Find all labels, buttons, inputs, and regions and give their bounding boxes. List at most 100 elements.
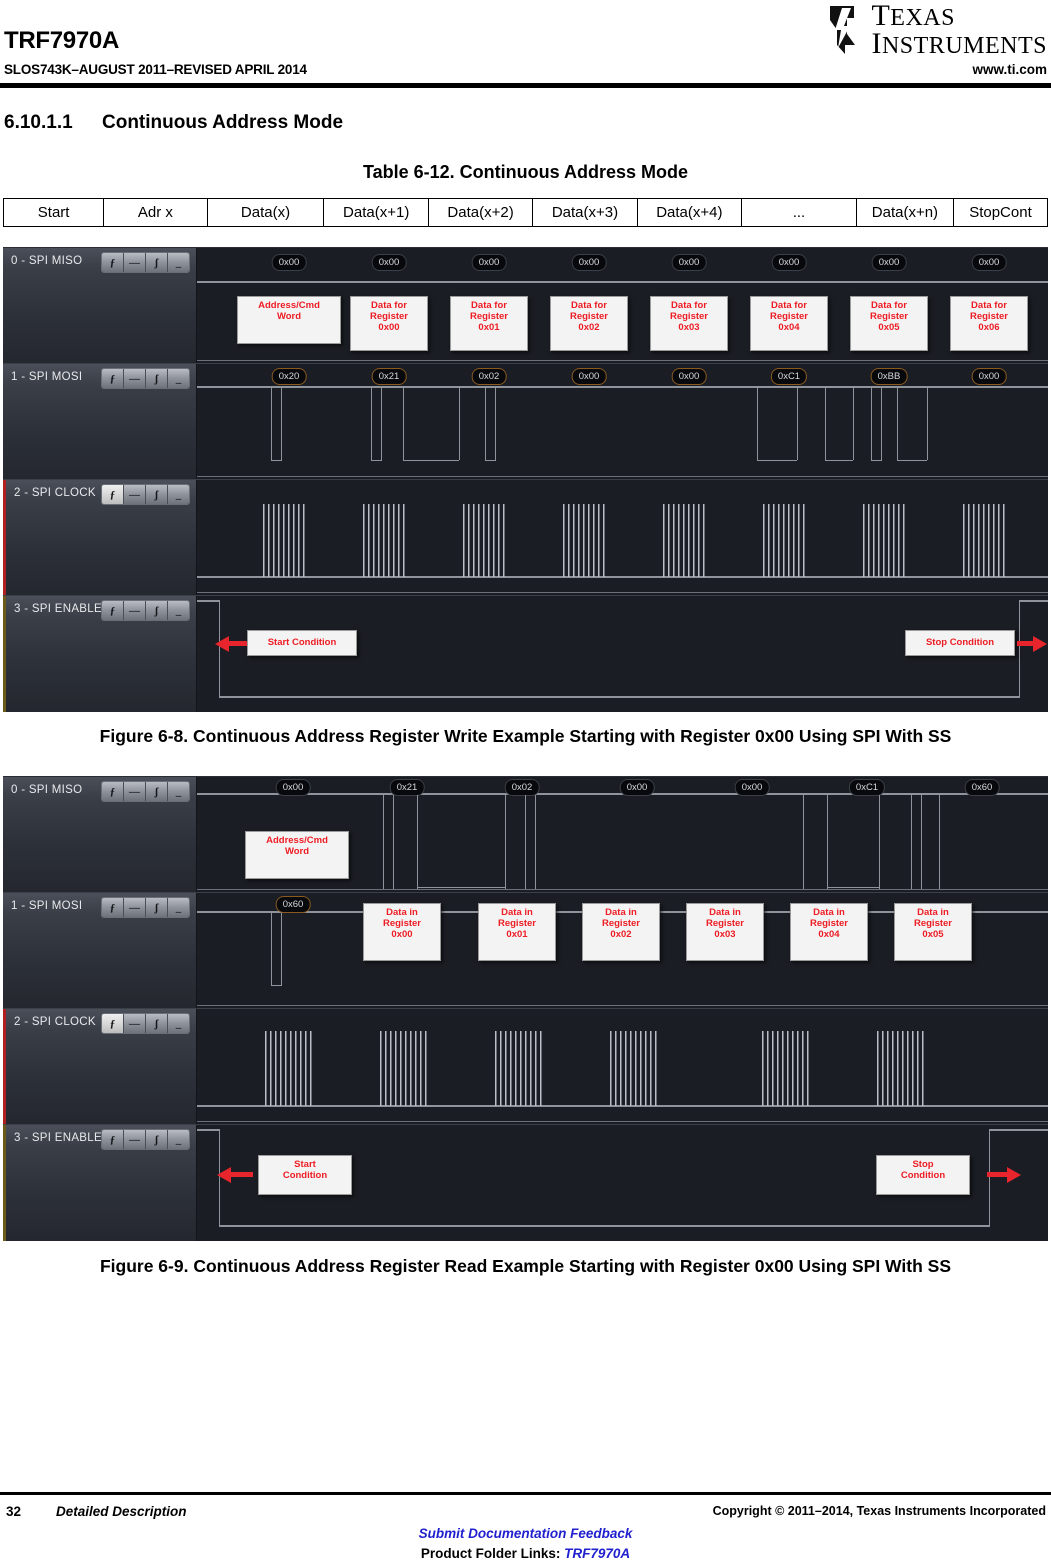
channel-row-mosi[interactable]: 1 - SPI MOSI ƒ ― ʃ _ 0x60 Data in Regist… — [3, 893, 1048, 1009]
annotation-callout: Address/Cmd Word — [245, 831, 349, 879]
waveform-plot-clock[interactable] — [197, 1009, 1048, 1124]
rising-edge-icon[interactable]: ƒ — [102, 1130, 124, 1149]
channel-label-panel-enable[interactable]: 3 - SPI ENABLE ƒ ― ʃ _ — [3, 1125, 197, 1241]
falling-edge-icon[interactable]: ʃ — [146, 1014, 168, 1033]
annotation-line2: Word — [276, 311, 302, 323]
annotation-line3: 0x02 — [578, 322, 600, 334]
hex-value: 0x00 — [971, 254, 1007, 271]
high-level-icon[interactable]: ― — [124, 1014, 146, 1033]
product-folder-link-trf7970a[interactable]: TRF7970A — [564, 1546, 630, 1561]
table-cell-data-xn: Data(x+n) — [855, 198, 954, 227]
channel-trigger-buttons-miso[interactable]: ƒ ― ʃ _ — [101, 252, 190, 273]
channel-row-clock[interactable]: 2 - SPI CLOCK ƒ ― ʃ _ — [3, 1009, 1048, 1125]
falling-edge-icon[interactable]: ʃ — [146, 485, 168, 504]
channel-row-enable[interactable]: 3 - SPI ENABLE ƒ ― ʃ _ Start Condition S… — [3, 1125, 1048, 1241]
table-cell-ellipsis: ... — [741, 198, 857, 227]
channel-trigger-buttons-enable[interactable]: ƒ ― ʃ _ — [101, 600, 190, 621]
start-condition-line2: Condition — [282, 1170, 328, 1182]
channel-trigger-buttons-clock[interactable]: ƒ ― ʃ _ — [101, 1013, 190, 1034]
channel-trigger-buttons-enable[interactable]: ƒ ― ʃ _ — [101, 1129, 190, 1150]
channel-trigger-buttons-clock[interactable]: ƒ ― ʃ _ — [101, 484, 190, 505]
high-level-icon[interactable]: ― — [124, 898, 146, 917]
low-level-icon[interactable]: _ — [168, 782, 189, 801]
channel-row-enable[interactable]: 3 - SPI ENABLE ƒ ― ʃ _ Start Condition S… — [3, 596, 1048, 712]
waveform-plot-mosi[interactable]: 0x60 Data in Register 0x00 Data in Regis… — [197, 893, 1048, 1008]
low-level-icon[interactable]: _ — [168, 1130, 189, 1149]
falling-edge-icon[interactable]: ʃ — [146, 253, 168, 272]
clock-burst — [763, 504, 807, 577]
channel-label-panel-miso[interactable]: 0 - SPI MISO ƒ ― ʃ _ — [3, 248, 197, 363]
ti-website-url[interactable]: www.ti.com — [972, 62, 1047, 77]
clock-burst — [663, 504, 707, 577]
channel-trigger-buttons-mosi[interactable]: ƒ ― ʃ _ — [101, 897, 190, 918]
section-title: Continuous Address Mode — [102, 112, 344, 133]
low-level-icon[interactable]: _ — [168, 1014, 189, 1033]
channel-label-panel-enable[interactable]: 3 - SPI ENABLE ƒ ― ʃ _ — [3, 596, 197, 712]
annotation-line1: Data in — [709, 907, 741, 918]
footer-section-name: Detailed Description — [56, 1504, 187, 1519]
hex-value: 0x60 — [964, 779, 1000, 796]
channel-trigger-buttons-miso[interactable]: ƒ ― ʃ _ — [101, 781, 190, 802]
rising-edge-icon[interactable]: ƒ — [102, 369, 124, 388]
channel-label-panel-mosi[interactable]: 1 - SPI MOSI ƒ ― ʃ _ — [3, 364, 197, 479]
product-folder-links-label: Product Folder Links: — [420, 1546, 565, 1561]
falling-edge-icon[interactable]: ʃ — [146, 782, 168, 801]
rising-edge-icon[interactable]: ƒ — [102, 485, 124, 504]
hex-value: 0x00 — [734, 779, 770, 796]
waveform-plot-enable[interactable]: Start Condition Stop Condition — [197, 1125, 1048, 1241]
stop-condition-callout: Stop Condition — [876, 1155, 970, 1195]
channel-row-mosi[interactable]: 1 - SPI MOSI ƒ ― ʃ _ 0x20 0x21 0x02 0x00… — [3, 364, 1048, 480]
low-level-icon[interactable]: _ — [168, 898, 189, 917]
waveform-plot-miso[interactable]: 0x00 0x00 0x00 0x00 0x00 0x00 0x00 0x00 … — [197, 248, 1048, 363]
low-level-icon[interactable]: _ — [168, 485, 189, 504]
falling-edge-icon[interactable]: ʃ — [146, 369, 168, 388]
falling-edge-icon[interactable]: ʃ — [146, 601, 168, 620]
low-level-icon[interactable]: _ — [168, 601, 189, 620]
channel-row-miso[interactable]: 0 - SPI MISO ƒ ― ʃ _ 0x00 0x21 0x02 0x00… — [3, 777, 1048, 893]
rising-edge-icon[interactable]: ƒ — [102, 1014, 124, 1033]
section-number: 6.10.1.1 — [4, 112, 73, 133]
waveform-plot-clock[interactable] — [197, 480, 1048, 595]
channel-row-clock[interactable]: 2 - SPI CLOCK ƒ ― ʃ _ — [3, 480, 1048, 596]
rising-edge-icon[interactable]: ƒ — [102, 601, 124, 620]
ti-logo-wordmark: TTEXASEXAS INSTRUMENTS — [871, 0, 1047, 60]
low-level-icon[interactable]: _ — [168, 369, 189, 388]
annotation-line3: 0x01 — [506, 929, 528, 941]
channel-trigger-buttons-mosi[interactable]: ƒ ― ʃ _ — [101, 368, 190, 389]
channel-name-enable: 3 - SPI ENABLE — [14, 1132, 102, 1144]
annotation-line2: Register — [669, 311, 708, 323]
annotation-line2: Register — [382, 918, 421, 930]
channel-label-panel-miso[interactable]: 0 - SPI MISO ƒ ― ʃ _ — [3, 777, 197, 892]
falling-edge-icon[interactable]: ʃ — [146, 1130, 168, 1149]
logic-analyzer-read-capture[interactable]: 0 - SPI MISO ƒ ― ʃ _ 0x00 0x21 0x02 0x00… — [3, 776, 1048, 1241]
submit-documentation-feedback-link[interactable]: Submit Documentation Feedback — [0, 1526, 1051, 1541]
rising-edge-icon[interactable]: ƒ — [102, 782, 124, 801]
high-level-icon[interactable]: ― — [124, 782, 146, 801]
rising-edge-icon[interactable]: ƒ — [102, 898, 124, 917]
waveform-plot-miso[interactable]: 0x00 0x21 0x02 0x00 0x00 0xC1 0x60 Addre… — [197, 777, 1048, 892]
rising-edge-icon[interactable]: ƒ — [102, 253, 124, 272]
falling-edge-icon[interactable]: ʃ — [146, 898, 168, 917]
high-level-icon[interactable]: ― — [124, 253, 146, 272]
annotation-line2: Register — [869, 311, 908, 323]
start-condition-arrow-icon — [215, 636, 229, 652]
waveform-plot-enable[interactable]: Start Condition Stop Condition — [197, 596, 1048, 712]
hex-value: 0x60 — [275, 896, 311, 913]
high-level-icon[interactable]: ― — [124, 485, 146, 504]
channel-label-panel-clock[interactable]: 2 - SPI CLOCK ƒ ― ʃ _ — [3, 1009, 197, 1124]
channel-label-panel-mosi[interactable]: 1 - SPI MOSI ƒ ― ʃ _ — [3, 893, 197, 1008]
hex-value: 0xC1 — [770, 368, 808, 385]
high-level-icon[interactable]: ― — [124, 369, 146, 388]
high-level-icon[interactable]: ― — [124, 601, 146, 620]
logic-analyzer-write-capture[interactable]: 0 - SPI MISO ƒ ― ʃ _ 0x00 0x00 0x00 0x00… — [3, 247, 1048, 712]
high-level-icon[interactable]: ― — [124, 1130, 146, 1149]
channel-row-miso[interactable]: 0 - SPI MISO ƒ ― ʃ _ 0x00 0x00 0x00 0x00… — [3, 248, 1048, 364]
channel-label-panel-clock[interactable]: 2 - SPI CLOCK ƒ ― ʃ _ — [3, 480, 197, 595]
table-title: Table 6-12. Continuous Address Mode — [362, 162, 689, 182]
document-title: TRF7970A — [4, 27, 119, 54]
hex-value: 0x00 — [271, 254, 307, 271]
waveform-plot-mosi[interactable]: 0x20 0x21 0x02 0x00 0x00 0xC1 0xBB 0x00 — [197, 364, 1048, 479]
annotation-line1: Address/Cmd — [258, 300, 320, 311]
low-level-icon[interactable]: _ — [168, 253, 189, 272]
annotation-line3: 0x01 — [478, 322, 500, 334]
